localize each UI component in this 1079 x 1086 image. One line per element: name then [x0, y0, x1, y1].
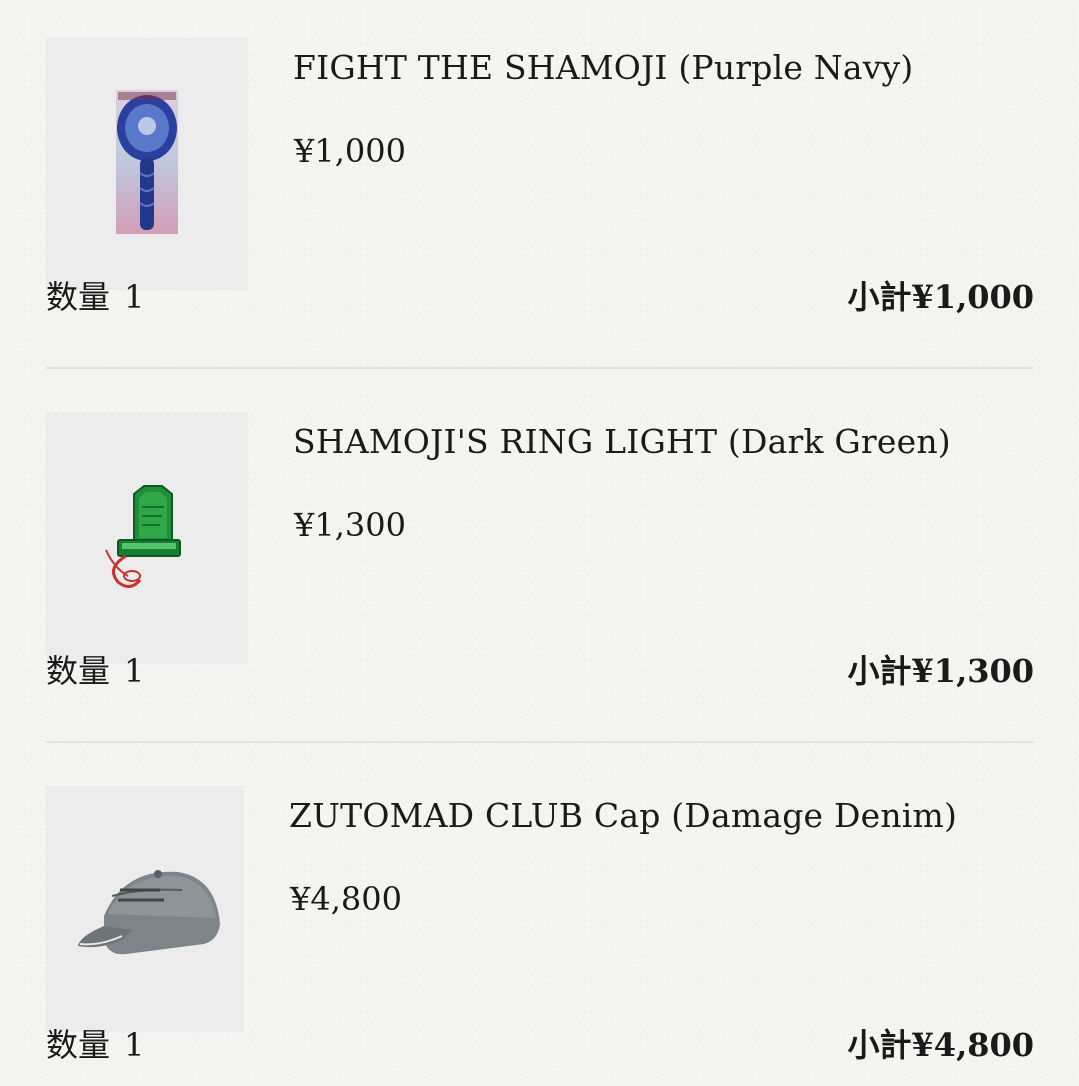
divider: [46, 741, 1034, 743]
shamoji-paddle-image: [116, 90, 178, 234]
product-name[interactable]: ZUTOMAD CLUB Cap (Damage Denim): [289, 796, 957, 835]
ring-light-image: [105, 485, 181, 588]
quantity-label: 数量: [46, 652, 111, 690]
subtotal-value: ¥1,000: [911, 278, 1034, 316]
subtotal: 小計¥1,000: [848, 272, 1034, 318]
product-name[interactable]: SHAMOJI'S RING LIGHT (Dark Green): [293, 422, 951, 461]
subtotal-label: 小計: [847, 278, 912, 316]
quantity-value: 1: [124, 1026, 145, 1064]
quantity-label: 数量: [46, 278, 111, 316]
cart-page: FIGHT THE SHAMOJI (Purple Navy) ¥1,000 数…: [0, 0, 1079, 1079]
product-thumbnail[interactable]: [46, 786, 244, 1032]
cap-image: [78, 870, 220, 955]
cart-item: ZUTOMAD CLUB Cap (Damage Denim) ¥4,800 数…: [46, 786, 1034, 1086]
subtotal: 小計¥4,800: [848, 1020, 1034, 1066]
divider: [46, 367, 1034, 369]
quantity-row: 数量 1: [46, 1020, 144, 1066]
quantity-value: 1: [124, 652, 145, 690]
quantity-row: 数量 1: [46, 646, 144, 692]
cart-item: FIGHT THE SHAMOJI (Purple Navy) ¥1,000 数…: [46, 38, 1034, 338]
cart-item: SHAMOJI'S RING LIGHT (Dark Green) ¥1,300…: [46, 412, 1034, 712]
product-price: ¥1,300: [294, 506, 406, 544]
subtotal-value: ¥4,800: [911, 1026, 1034, 1064]
subtotal-label: 小計: [847, 1026, 912, 1064]
quantity-label: 数量: [46, 1026, 111, 1064]
subtotal-label: 小計: [847, 652, 912, 690]
product-name[interactable]: FIGHT THE SHAMOJI (Purple Navy): [293, 48, 913, 87]
subtotal-value: ¥1,300: [911, 652, 1034, 690]
product-thumbnail[interactable]: [46, 38, 248, 290]
product-price: ¥1,000: [294, 132, 406, 170]
subtotal: 小計¥1,300: [848, 646, 1034, 692]
product-price: ¥4,800: [290, 880, 402, 918]
quantity-value: 1: [124, 278, 145, 316]
quantity-row: 数量 1: [46, 272, 144, 318]
product-thumbnail[interactable]: [46, 412, 248, 664]
